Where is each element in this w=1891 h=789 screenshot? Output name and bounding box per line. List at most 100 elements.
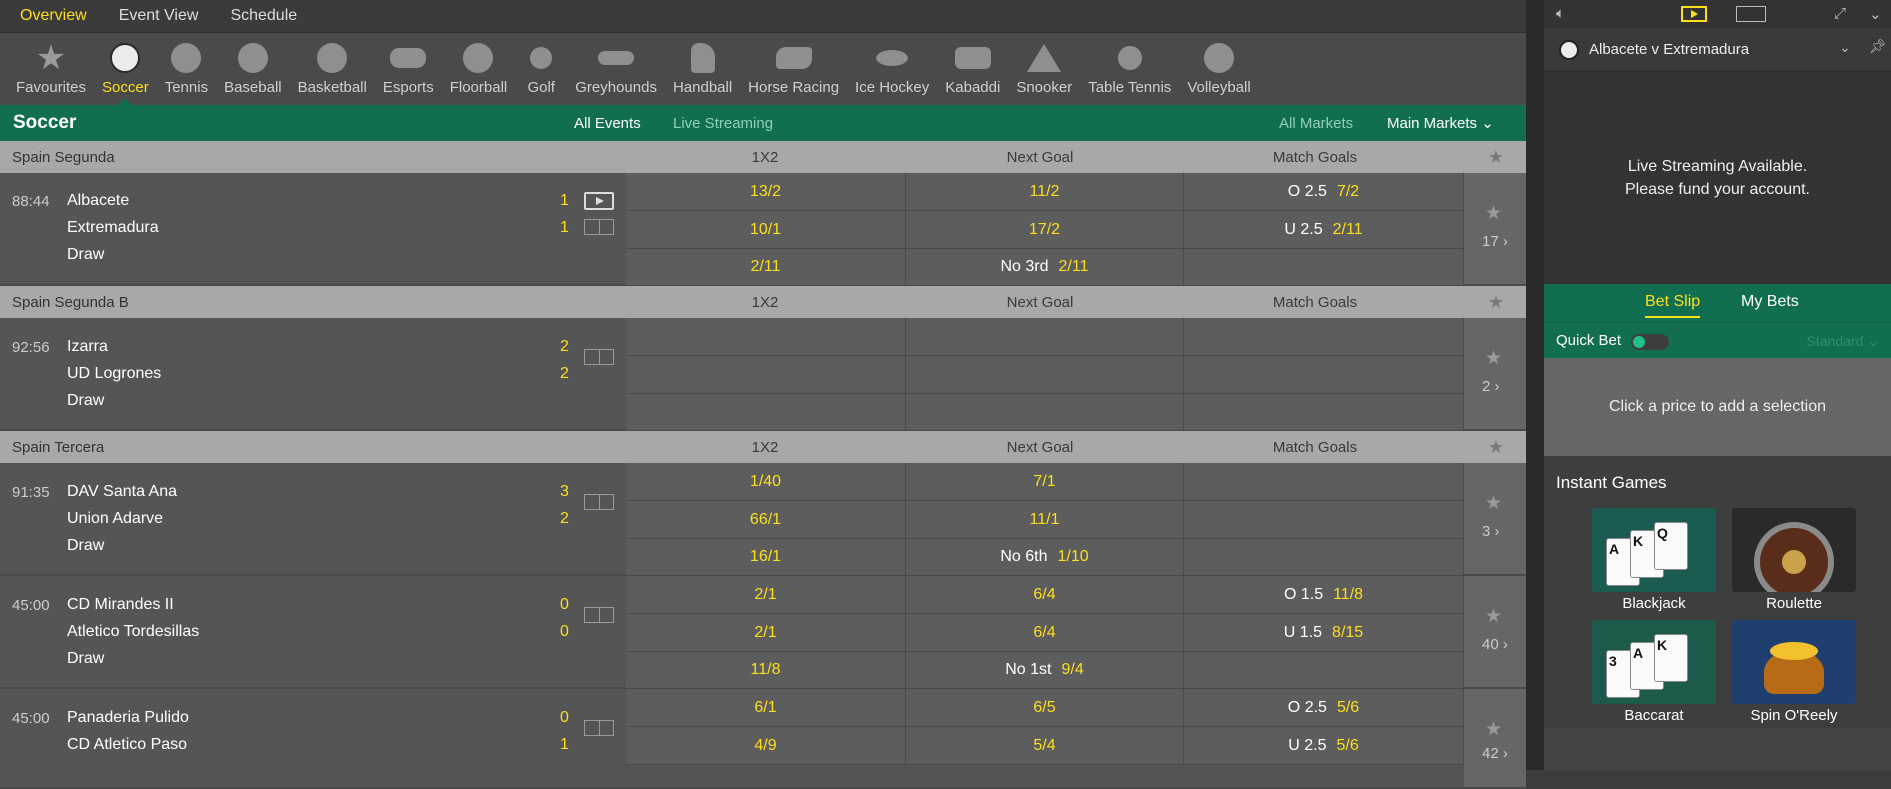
- expand-icon[interactable]: ⤢: [1834, 5, 1846, 22]
- odds-button[interactable]: 11/2: [906, 173, 1184, 210]
- odds-button[interactable]: 17/2: [906, 211, 1184, 248]
- star-icon[interactable]: ★: [1488, 437, 1504, 458]
- star-icon[interactable]: ★: [1485, 202, 1502, 225]
- star-icon[interactable]: ★: [1488, 292, 1504, 313]
- more-markets-button[interactable]: ★ 2 ›: [1464, 318, 1526, 429]
- pitch-icon[interactable]: [584, 494, 614, 510]
- pitch-icon[interactable]: [584, 720, 614, 736]
- volume-icon[interactable]: 🔈︎: [1556, 5, 1565, 22]
- game-tile-spin-oreely[interactable]: Spin O'Reely: [1732, 620, 1856, 724]
- more-markets-button[interactable]: ★ 17 ›: [1464, 173, 1526, 284]
- odds-button[interactable]: O 1.5 11/8: [1184, 576, 1464, 613]
- more-markets-button[interactable]: ★ 42 ›: [1464, 689, 1526, 787]
- sport-tennis[interactable]: Tennis: [157, 41, 216, 105]
- stream-match-selector[interactable]: Albacete v Extremadura ⌄ 📌︎: [1544, 28, 1891, 72]
- odds-button[interactable]: 10/1: [626, 211, 906, 248]
- odds-button[interactable]: 66/1: [626, 501, 906, 538]
- sport-horse-racing[interactable]: Horse Racing: [740, 41, 847, 105]
- chevron-down-icon[interactable]: ⌄: [1839, 39, 1851, 56]
- odds-button[interactable]: 6/4: [906, 614, 1184, 651]
- odds-button[interactable]: 16/1: [626, 539, 906, 575]
- star-icon[interactable]: ★: [1488, 147, 1504, 168]
- sport-handball[interactable]: Handball: [665, 41, 740, 105]
- home-team[interactable]: DAV Santa Ana: [67, 483, 177, 501]
- odds-button[interactable]: U 1.5 8/15: [1184, 614, 1464, 651]
- odds-button[interactable]: 2/1: [626, 614, 906, 651]
- odds-button[interactable]: No 1st 9/4: [906, 652, 1184, 688]
- sport-ice-hockey[interactable]: Ice Hockey: [847, 41, 937, 105]
- odds-button[interactable]: 7/1: [906, 463, 1184, 500]
- odds-value: 11/1: [1029, 510, 1060, 528]
- tab-my-bets[interactable]: My Bets: [1741, 293, 1799, 311]
- sport-golf[interactable]: Golf: [515, 41, 567, 105]
- sport-floorball[interactable]: Floorball: [442, 41, 516, 105]
- game-tile-blackjack[interactable]: A K Q Blackjack: [1592, 508, 1716, 612]
- more-markets-button[interactable]: ★ 40 ›: [1464, 576, 1526, 687]
- star-icon[interactable]: ★: [1485, 347, 1502, 370]
- sport-kabaddi[interactable]: Kabaddi: [937, 41, 1008, 105]
- home-team[interactable]: Izarra: [67, 338, 108, 356]
- star-icon[interactable]: ★: [1485, 605, 1502, 628]
- odds-button[interactable]: 4/9: [626, 727, 906, 764]
- sport-baseball[interactable]: Baseball: [216, 41, 290, 105]
- odds-button[interactable]: 11/8: [626, 652, 906, 688]
- tab-event-view[interactable]: Event View: [119, 7, 199, 25]
- main-markets-dropdown[interactable]: Main Markets ⌄: [1387, 114, 1494, 132]
- home-score: 3: [560, 483, 569, 500]
- odds-button[interactable]: 2/11: [626, 249, 906, 285]
- live-stream-icon[interactable]: [1681, 6, 1707, 22]
- away-team[interactable]: Union Adarve: [67, 510, 163, 528]
- odds-button[interactable]: No 3rd 2/11: [906, 249, 1184, 285]
- pitch-icon[interactable]: [584, 349, 614, 365]
- sport-soccer[interactable]: Soccer: [94, 41, 157, 105]
- odds-button[interactable]: U 2.5 2/11: [1184, 211, 1464, 248]
- game-tile-roulette[interactable]: Roulette: [1732, 508, 1856, 612]
- odds-button[interactable]: 5/4: [906, 727, 1184, 764]
- odds-button[interactable]: U 2.5 5/6: [1184, 727, 1464, 764]
- odds-button[interactable]: 11/1: [906, 501, 1184, 538]
- home-team[interactable]: Panaderia Pulido: [67, 709, 189, 727]
- pitch-icon[interactable]: [584, 219, 614, 235]
- sport-greyhounds[interactable]: Greyhounds: [567, 41, 665, 105]
- odds-button[interactable]: 6/1: [626, 689, 906, 726]
- home-team[interactable]: CD Mirandes II: [67, 596, 174, 614]
- all-markets-link[interactable]: All Markets: [1279, 115, 1353, 132]
- live-stream-icon[interactable]: [584, 192, 614, 210]
- star-icon[interactable]: ★: [1485, 492, 1502, 515]
- odds-button[interactable]: O 2.5 7/2: [1184, 173, 1464, 210]
- chevron-down-icon[interactable]: ⌄: [1869, 5, 1882, 23]
- sport-basketball[interactable]: Basketball: [290, 41, 375, 105]
- tab-bet-slip[interactable]: Bet Slip: [1645, 293, 1701, 318]
- all-events-link[interactable]: All Events: [574, 115, 641, 132]
- sport-esports[interactable]: Esports: [375, 41, 442, 105]
- odds-label: O 1.5: [1283, 585, 1324, 603]
- pitch-icon[interactable]: [584, 607, 614, 623]
- quick-bet-toggle[interactable]: [1631, 334, 1669, 350]
- odds-button[interactable]: 2/1: [626, 576, 906, 613]
- more-markets-button[interactable]: ★ 3 ›: [1464, 463, 1526, 574]
- home-score: 0: [560, 596, 569, 613]
- home-team[interactable]: Albacete: [67, 192, 129, 210]
- standard-dropdown[interactable]: Standard ⌄: [1807, 333, 1879, 350]
- pin-icon[interactable]: 📌︎: [1869, 38, 1887, 55]
- sport-favourites[interactable]: ★ Favourites: [8, 39, 94, 105]
- odds-button[interactable]: O 2.5 5/6: [1184, 689, 1464, 726]
- odds-button[interactable]: 1/40: [626, 463, 906, 500]
- game-tile-baccarat[interactable]: 3 A K Baccarat: [1592, 620, 1716, 724]
- odds-button[interactable]: 13/2: [626, 173, 906, 210]
- live-streaming-link[interactable]: Live Streaming: [673, 115, 773, 132]
- tab-overview[interactable]: Overview: [20, 7, 87, 25]
- sport-volleyball[interactable]: Volleyball: [1179, 41, 1258, 105]
- odds-button[interactable]: No 6th 1/10: [906, 539, 1184, 575]
- sport-snooker[interactable]: Snooker: [1008, 41, 1080, 105]
- odds-button[interactable]: 6/4: [906, 576, 1184, 613]
- pitch-icon[interactable]: [1736, 6, 1766, 22]
- star-icon[interactable]: ★: [1485, 718, 1502, 741]
- sport-table-tennis[interactable]: Table Tennis: [1080, 41, 1179, 105]
- away-team[interactable]: Atletico Tordesillas: [67, 623, 199, 641]
- away-team[interactable]: CD Atletico Paso: [67, 736, 187, 754]
- away-team[interactable]: UD Logrones: [67, 365, 161, 383]
- odds-button[interactable]: 6/5: [906, 689, 1184, 726]
- tab-schedule[interactable]: Schedule: [230, 7, 297, 25]
- away-team[interactable]: Extremadura: [67, 219, 159, 237]
